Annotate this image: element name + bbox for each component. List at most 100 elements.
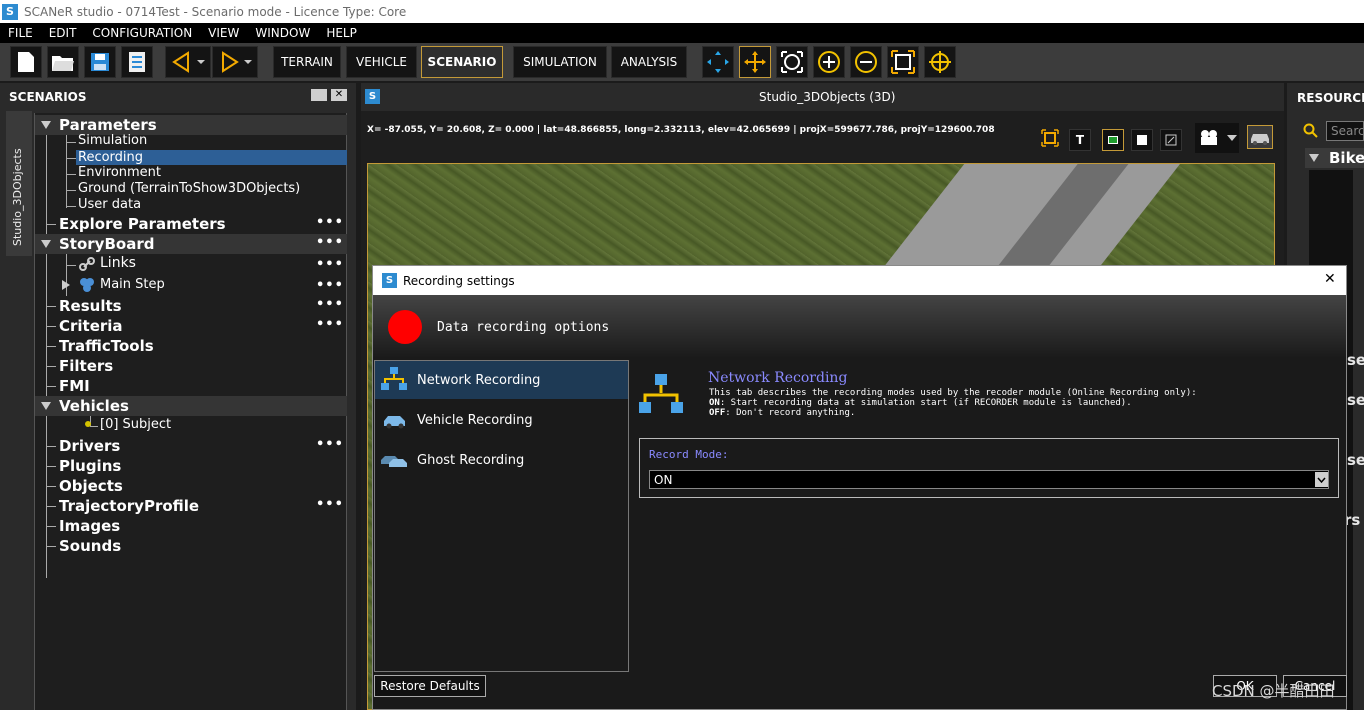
new-file-button[interactable] (10, 46, 42, 78)
explore-more-button[interactable]: ••• (316, 215, 344, 230)
nav-label: Ghost Recording (417, 452, 525, 468)
green-box-button[interactable] (1102, 129, 1124, 151)
tree-item-recording[interactable]: Recording (76, 150, 347, 165)
tree-node-drivers[interactable]: Drivers (35, 436, 347, 456)
previous-button[interactable] (165, 46, 211, 78)
nav-label: Network Recording (417, 372, 541, 388)
open-folder-button[interactable] (47, 46, 79, 78)
tree-node-traffictools[interactable]: TrafficTools (35, 336, 347, 356)
results-more-button[interactable]: ••• (316, 297, 344, 312)
resources-search-input[interactable]: Searc (1326, 121, 1364, 141)
tree-node-plugins[interactable]: Plugins (35, 456, 347, 476)
tree-item-subject[interactable]: [0] Subject (100, 417, 171, 432)
tree-node-label: Criteria (59, 317, 123, 335)
mode-scenario-button[interactable]: SCENARIO (421, 46, 503, 78)
fit-view-button[interactable] (887, 46, 919, 78)
expand-arrow-icon[interactable] (41, 121, 51, 129)
expand-arrow-icon[interactable] (1309, 154, 1319, 162)
tree-node-images[interactable]: Images (35, 516, 347, 536)
ghost-cars-icon (381, 456, 407, 467)
trajectory-more-button[interactable]: ••• (316, 497, 344, 512)
section-title: Network Recording (708, 370, 848, 386)
fit-view-icon (891, 50, 915, 74)
tree-item-simulation[interactable]: Simulation (78, 133, 147, 148)
dialog-logo-icon: S (382, 273, 397, 288)
vehicle-car-icon (384, 416, 405, 429)
menu-configuration[interactable]: CONFIGURATION (84, 26, 200, 40)
menu-file[interactable]: FILE (0, 26, 41, 40)
expand-arrow-icon[interactable] (41, 240, 51, 248)
drivers-more-button[interactable]: ••• (316, 437, 344, 452)
tree-node-storyboard[interactable]: StoryBoard (35, 234, 347, 254)
tree-node-criteria[interactable]: Criteria (35, 316, 347, 336)
mode-analysis-button[interactable]: ANALYSIS (611, 46, 687, 78)
tree-item-links[interactable]: Links (100, 255, 136, 271)
mode-vehicle-button[interactable]: VEHICLE (346, 46, 417, 78)
select-frame-icon[interactable] (1041, 129, 1059, 147)
main-step-more-button[interactable]: ••• (316, 278, 344, 293)
notes-button[interactable] (121, 46, 153, 78)
tree-node-label: Parameters (59, 116, 157, 134)
panel-restore-button[interactable] (311, 89, 327, 101)
dialog-close-button[interactable]: ✕ (1324, 271, 1336, 287)
panel-close-button[interactable]: ✕ (331, 89, 347, 101)
tree-line (66, 142, 76, 143)
banner-title: Data recording options (437, 320, 610, 335)
nav-ghost-recording[interactable]: Ghost Recording (375, 441, 628, 479)
tree-node-objects[interactable]: Objects (35, 476, 347, 496)
scenarios-panel: SCENARIOS ✕ Studio_3DObjects Parameters … (0, 83, 356, 710)
tree-node-fmi[interactable]: FMI (35, 376, 347, 396)
next-button[interactable] (212, 46, 258, 78)
tree-item-main-step[interactable]: Main Step (100, 277, 165, 292)
links-more-button[interactable]: ••• (316, 257, 344, 272)
move-tool-button[interactable] (739, 46, 771, 78)
storyboard-more-button[interactable]: ••• (316, 235, 344, 250)
rotate-tool-button[interactable] (776, 46, 808, 78)
criteria-more-button[interactable]: ••• (316, 317, 344, 332)
tree-item-user-data[interactable]: User data (78, 197, 141, 212)
camera-icon (1201, 130, 1237, 145)
menu-view[interactable]: VIEW (200, 26, 247, 40)
record-mode-select[interactable]: ON (649, 470, 1329, 489)
expand-arrow-icon[interactable] (41, 402, 51, 410)
dropdown-arrow-button[interactable] (1315, 472, 1328, 487)
vertical-tab-label: Studio_3DObjects (11, 148, 24, 246)
tree-node-label: Drivers (59, 437, 121, 455)
restore-defaults-button[interactable]: Restore Defaults (374, 675, 486, 697)
white-box-button[interactable] (1131, 129, 1153, 151)
save-button[interactable] (84, 46, 116, 78)
clear-box-button[interactable] (1160, 129, 1182, 151)
text-toggle-button[interactable]: T (1069, 129, 1091, 151)
app-logo-icon: S (2, 3, 18, 20)
tree-item-ground[interactable]: Ground (TerrainToShow3DObjects) (78, 181, 300, 196)
resource-group-bike[interactable]: Bike (1305, 148, 1364, 168)
expand-arrow-icon[interactable] (62, 280, 70, 290)
tree-node-filters[interactable]: Filters (35, 356, 347, 376)
green-box-icon (1108, 136, 1118, 144)
move-cross-icon (744, 51, 766, 73)
tree-node-label: Images (59, 517, 121, 535)
studio-3dobjects-vertical-tab[interactable]: Studio_3DObjects (6, 111, 32, 256)
zoom-out-button[interactable] (850, 46, 882, 78)
camera-menu-button[interactable] (1195, 123, 1239, 153)
tree-node-sounds[interactable]: Sounds (35, 536, 347, 556)
desc-off-text: : Don't record anything. (725, 408, 856, 418)
vehicle-view-button[interactable] (1247, 125, 1273, 149)
nav-network-recording[interactable]: Network Recording (375, 361, 628, 399)
center-view-button[interactable] (924, 46, 956, 78)
mode-simulation-button[interactable]: SIMULATION (513, 46, 607, 78)
tree-node-results[interactable]: Results (35, 296, 347, 316)
tree-node-parameters[interactable]: Parameters (35, 115, 347, 135)
tree-node-explore-parameters[interactable]: Explore Parameters (35, 214, 347, 234)
desc-off-key: OFF (709, 408, 726, 418)
tree-node-vehicles[interactable]: Vehicles (35, 396, 347, 416)
zoom-in-button[interactable] (813, 46, 845, 78)
tree-item-environment[interactable]: Environment (78, 165, 161, 180)
menu-edit[interactable]: EDIT (41, 26, 85, 40)
nav-vehicle-recording[interactable]: Vehicle Recording (375, 401, 628, 439)
pan-tool-button[interactable] (702, 46, 734, 78)
menu-window[interactable]: WINDOW (247, 26, 318, 40)
menu-help[interactable]: HELP (318, 26, 365, 40)
tree-node-trajectoryprofile[interactable]: TrajectoryProfile (35, 496, 347, 516)
mode-terrain-button[interactable]: TERRAIN (273, 46, 341, 78)
